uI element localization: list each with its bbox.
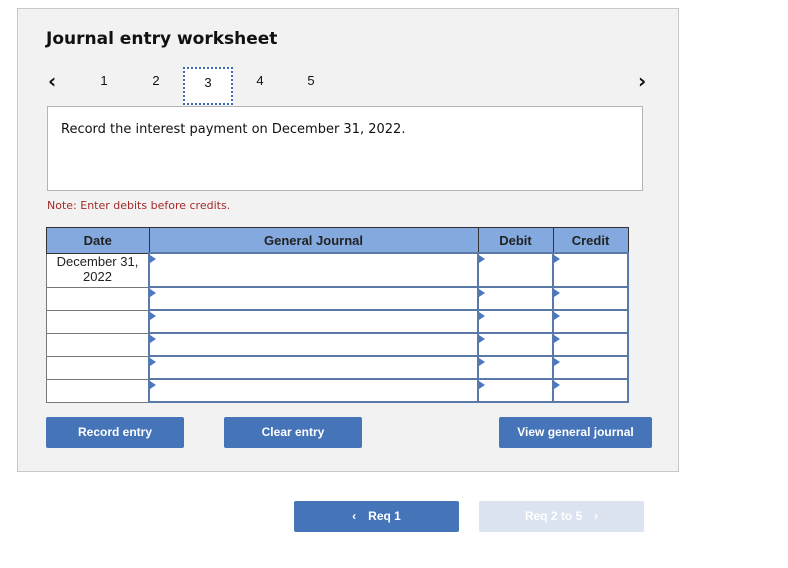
next-req-button[interactable]: Req 2 to 5 › (479, 501, 644, 532)
chevron-left-icon: ‹ (352, 509, 357, 523)
account-input[interactable] (148, 355, 479, 380)
table-header-row: Date General Journal Debit Credit (46, 227, 629, 254)
journal-entry-worksheet-panel: Journal entry worksheet ‹ 1 2 3 4 5 › Re… (17, 8, 679, 472)
credit-input[interactable] (552, 332, 629, 357)
credit-input[interactable] (552, 309, 629, 334)
credit-input[interactable] (552, 252, 629, 288)
debit-input[interactable] (477, 286, 554, 311)
step-tab-2[interactable]: 2 (131, 67, 181, 105)
step-tab-1[interactable]: 1 (79, 67, 129, 105)
table-row (46, 309, 629, 334)
chevron-left-icon[interactable]: ‹ (48, 69, 56, 93)
prev-req-button[interactable]: ‹ Req 1 (294, 501, 459, 532)
account-input[interactable] (148, 309, 479, 334)
prompt-box: Record the interest payment on December … (47, 106, 643, 191)
note-text: Note: Enter debits before credits. (47, 199, 231, 212)
next-req-label: Req 2 to 5 (524, 509, 583, 523)
chevron-right-icon[interactable]: › (638, 69, 646, 93)
debit-input[interactable] (477, 252, 554, 288)
record-entry-button[interactable]: Record entry (46, 417, 184, 448)
step-tab-5[interactable]: 5 (286, 67, 336, 105)
date-cell (46, 309, 150, 334)
date-cell (46, 378, 150, 403)
worksheet-title: Journal entry worksheet (46, 29, 278, 49)
debit-input[interactable] (477, 355, 554, 380)
prev-req-label: Req 1 (368, 509, 401, 523)
date-cell (46, 332, 150, 357)
date-cell (46, 355, 150, 380)
step-tab-4[interactable]: 4 (235, 67, 285, 105)
debit-input[interactable] (477, 378, 554, 403)
step-tab-3[interactable]: 3 (183, 67, 233, 105)
header-date: Date (46, 227, 150, 254)
header-credit: Credit (552, 227, 629, 254)
account-input[interactable] (148, 252, 479, 288)
header-general-journal: General Journal (148, 227, 479, 254)
credit-input[interactable] (552, 286, 629, 311)
table-row: December 31, 2022 (46, 252, 629, 288)
header-debit: Debit (477, 227, 554, 254)
debit-input[interactable] (477, 309, 554, 334)
clear-entry-button[interactable]: Clear entry (224, 417, 362, 448)
table-row (46, 286, 629, 311)
prompt-text: Record the interest payment on December … (61, 122, 406, 137)
chevron-right-icon: › (594, 509, 599, 523)
credit-input[interactable] (552, 378, 629, 403)
credit-input[interactable] (552, 355, 629, 380)
date-cell (46, 286, 150, 311)
account-input[interactable] (148, 286, 479, 311)
account-input[interactable] (148, 378, 479, 403)
debit-input[interactable] (477, 332, 554, 357)
date-cell: December 31, 2022 (46, 252, 150, 288)
table-row (46, 355, 629, 380)
table-row (46, 332, 629, 357)
account-input[interactable] (148, 332, 479, 357)
journal-table: Date General Journal Debit Credit Decemb… (46, 227, 629, 403)
view-general-journal-button[interactable]: View general journal (499, 417, 652, 448)
table-row (46, 378, 629, 403)
